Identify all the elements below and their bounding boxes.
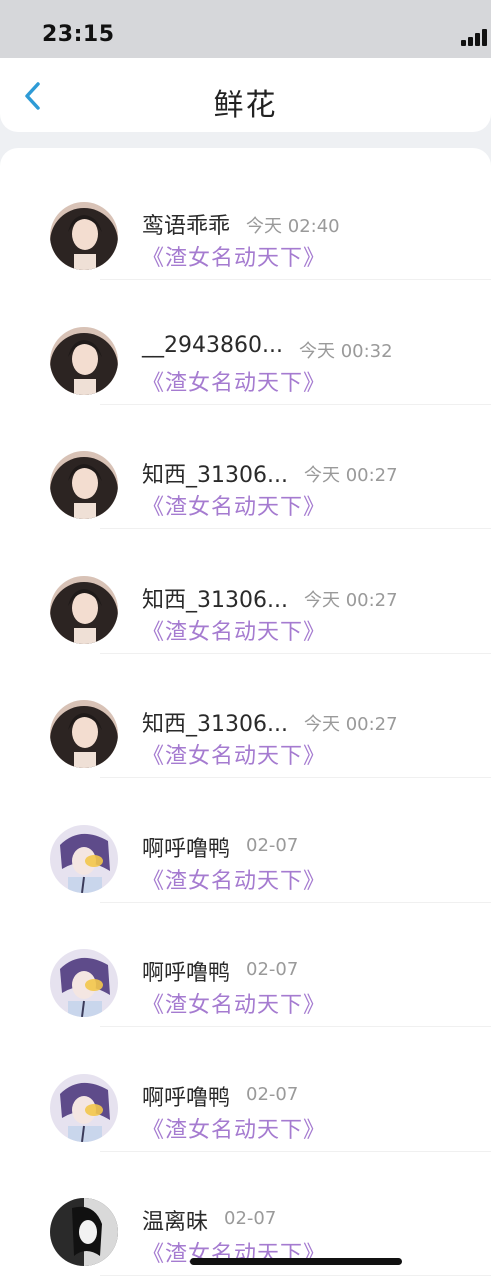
sender-name: 知西_31306... [142, 712, 288, 737]
status-bar: 23:15 [0, 0, 491, 58]
sender-name: 知西_31306... [142, 463, 288, 488]
gift-list-item[interactable]: 啊呼噜鸭 02-07 《渣女名动天下》 [0, 903, 491, 1027]
gift-time: 今天 02:40 [246, 216, 340, 237]
navigation-bar: 鲜花 [0, 58, 491, 132]
book-title: 《渣女名动天下》 [142, 868, 327, 894]
home-indicator[interactable] [190, 1258, 402, 1265]
gift-list-item[interactable]: 知西_31306... 今天 00:27 《渣女名动天下》 [0, 654, 491, 778]
gift-time: 今天 00:27 [303, 465, 398, 486]
avatar[interactable] [50, 1073, 118, 1142]
book-title: 《渣女名动天下》 [142, 993, 327, 1018]
book-title: 《渣女名动天下》 [142, 246, 327, 271]
status-time: 23:15 [42, 22, 115, 47]
avatar[interactable] [50, 575, 118, 644]
gift-time: 02-07 [246, 834, 299, 856]
avatar[interactable] [50, 202, 118, 270]
avatar[interactable] [50, 1198, 118, 1266]
gift-list-item[interactable]: __2943860... 今天 00:32 《渣女名动天下》 [0, 281, 491, 405]
avatar[interactable] [50, 824, 118, 893]
signal-strength-icon [461, 28, 491, 46]
sender-name: 鸾语乖乖 [142, 214, 231, 239]
gift-time: 02-07 [224, 1208, 277, 1229]
sender-name: 知西_31306... [142, 587, 288, 613]
gift-time: 今天 00:27 [303, 589, 398, 611]
avatar[interactable] [50, 700, 118, 768]
gift-list-item[interactable]: 鸾语乖乖 今天 02:40 《渣女名动天下》 [0, 156, 491, 280]
divider [100, 1275, 491, 1276]
avatar[interactable] [50, 949, 118, 1017]
book-title: 《渣女名动天下》 [142, 1117, 327, 1143]
sender-name: 温离昧 [142, 1210, 209, 1235]
page-title: 鲜花 [213, 88, 278, 123]
sender-name: 啊呼噜鸭 [142, 1085, 231, 1111]
gift-list: 鸾语乖乖 今天 02:40 《渣女名动天下》 __2943860... 今天 00:3… [0, 148, 491, 1280]
sender-name: 啊呼噜鸭 [142, 961, 231, 986]
gift-time: 02-07 [246, 1083, 299, 1105]
gift-time: 02-07 [246, 959, 299, 980]
book-title: 《渣女名动天下》 [142, 495, 327, 520]
gift-time: 今天 00:32 [298, 340, 393, 362]
sender-name: __2943860... [142, 332, 283, 358]
gift-list-item[interactable]: 啊呼噜鸭 02-07 《渣女名动天下》 [0, 779, 491, 903]
avatar[interactable] [50, 326, 118, 395]
book-title: 《渣女名动天下》 [142, 370, 327, 396]
gift-list-item[interactable]: 知西_31306... 今天 00:27 《渣女名动天下》 [0, 530, 491, 654]
gift-time: 今天 00:27 [303, 714, 398, 735]
gift-list-item[interactable]: 啊呼噜鸭 02-07 《渣女名动天下》 [0, 1028, 491, 1152]
book-title: 《渣女名动天下》 [142, 619, 327, 645]
avatar[interactable] [50, 451, 118, 519]
book-title: 《渣女名动天下》 [142, 744, 327, 769]
gift-list-item[interactable]: 知西_31306... 今天 00:27 《渣女名动天下》 [0, 405, 491, 529]
sender-name: 啊呼噜鸭 [142, 836, 231, 862]
